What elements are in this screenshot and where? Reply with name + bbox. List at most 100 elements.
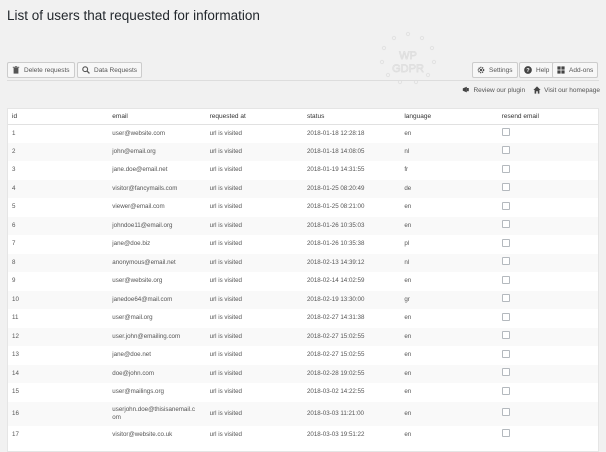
cell-requested-at: url is visited (205, 290, 303, 309)
cell-resend-email (497, 142, 598, 161)
cell-language: pl (404, 240, 410, 248)
cell-language: fr (404, 166, 409, 174)
data-requests-button[interactable]: Data Requests (77, 62, 142, 78)
table-row: 6 johndoe11@email.org url is visited 201… (8, 216, 598, 235)
column-header-email: email (108, 109, 206, 125)
cell-id: 17 (12, 430, 19, 438)
help-button[interactable]: ? Help (519, 62, 555, 78)
settings-button[interactable]: Settings (472, 62, 518, 78)
cell-email: johndoe11@email.org (108, 216, 206, 235)
toolbar-divider (7, 80, 599, 81)
cell-email: john@email.org (108, 142, 206, 161)
table-row: 15 user@mailings.org url is visited 2018… (8, 383, 598, 402)
review-plugin-link[interactable]: Review our plugin (462, 86, 525, 94)
resend-email-checkbox[interactable] (501, 408, 510, 416)
resend-email-checkbox[interactable] (501, 128, 510, 136)
resend-email-checkbox[interactable] (501, 146, 510, 155)
cell-id: 10 (8, 290, 109, 309)
cell-resend-email (497, 364, 598, 383)
home-icon (533, 86, 541, 94)
cell-id: 5 (12, 203, 16, 211)
delete-requests-button[interactable]: Delete requests (7, 62, 75, 78)
toolbar: Delete requests Data Requests Settings ?… (7, 62, 599, 80)
add-ons-button[interactable]: Add-ons (552, 62, 599, 78)
cell-status: 2018-02-27 14:31:38 (306, 314, 365, 322)
cell-email: user.john@emailing.com (108, 327, 206, 346)
megaphone-icon (463, 86, 470, 93)
cell-requested-at: url is visited (209, 129, 242, 137)
cell-id: 12 (8, 327, 109, 346)
resend-email-checkbox[interactable] (501, 238, 510, 247)
cell-resend-email (498, 161, 598, 180)
cell-status: 2018-02-19 13:30:00 (302, 290, 401, 309)
cell-id: 13 (12, 351, 19, 359)
cell-language: en (404, 314, 412, 322)
cell-id: 9 (12, 277, 16, 285)
help-icon: ? (524, 66, 532, 74)
cell-language: en (404, 351, 412, 359)
plugin-links: Review our plugin Visit our homepage (462, 86, 600, 94)
cell-language: nl (400, 253, 498, 272)
cell-email: jane@doe.net (112, 351, 151, 359)
cell-resend-email (497, 179, 598, 198)
resend-email-checkbox[interactable] (501, 164, 510, 173)
resend-email-checkbox[interactable] (501, 429, 510, 438)
resend-email-checkbox[interactable] (501, 183, 510, 192)
visit-homepage-link[interactable]: Visit our homepage (533, 86, 600, 94)
cell-language: en (400, 364, 498, 383)
cell-id: 6 (8, 216, 109, 235)
cell-email: jane.doe@email.net (112, 166, 168, 174)
table-row: 11 user@mail.org url is visited 2018-02-… (8, 309, 598, 328)
table-row: 12 user.john@emailing.com url is visited… (8, 327, 598, 346)
resend-email-checkbox[interactable] (501, 368, 510, 377)
page-title: List of users that requested for informa… (7, 8, 260, 23)
cell-id: 8 (8, 253, 109, 272)
cell-requested-at: url is visited (205, 142, 303, 161)
resend-email-checkbox[interactable] (501, 349, 510, 358)
cell-id: 1 (12, 129, 16, 137)
cell-requested-at: url is visited (209, 430, 242, 438)
cell-requested-at: url is visited (205, 216, 303, 235)
resend-email-checkbox[interactable] (501, 257, 510, 266)
cell-requested-at: url is visited (209, 351, 242, 359)
column-header-requested-at: requested at (205, 109, 303, 125)
resend-email-checkbox[interactable] (501, 220, 510, 229)
cell-requested-at: url is visited (209, 388, 242, 396)
column-header-status: status (302, 109, 401, 125)
resend-email-checkbox[interactable] (501, 294, 510, 303)
table-row: 17 visitor@website.co.uk url is visited … (8, 426, 598, 445)
cell-status: 2018-03-03 19:51:22 (306, 430, 365, 438)
gear-icon (477, 66, 485, 74)
cell-requested-at: url is visited (209, 203, 242, 211)
table-row: 4 visitor@fancymails.com url is visited … (8, 179, 598, 198)
table-row: 9 user@website.org url is visited 2018-0… (8, 272, 598, 291)
resend-email-checkbox[interactable] (501, 275, 510, 284)
trash-icon (12, 66, 20, 74)
cell-requested-at: url is visited (205, 179, 303, 198)
cell-resend-email (497, 401, 598, 426)
cell-status: 2018-02-14 14:02:59 (306, 277, 365, 285)
cell-status: 2018-02-13 14:39:12 (302, 253, 401, 272)
cell-email: userjohn.doe@thisisanemail.c om (108, 401, 206, 426)
svg-text:?: ? (526, 68, 530, 74)
resend-email-checkbox[interactable] (501, 331, 510, 340)
table-row: 8 anonymous@email.net url is visited 201… (8, 253, 598, 272)
cell-requested-at: url is visited (209, 314, 242, 322)
cell-language: en (404, 277, 412, 285)
cell-id: 14 (8, 364, 109, 383)
table-row: 14 doe@john.com url is visited 2018-02-2… (8, 364, 598, 383)
add-ons-label: Add-ons (569, 66, 594, 74)
cell-resend-email (497, 253, 598, 272)
cell-id: 7 (12, 240, 16, 248)
resend-email-checkbox[interactable] (501, 386, 510, 395)
cell-requested-at: url is visited (209, 277, 242, 285)
cell-status: 2018-01-18 14:08:05 (302, 142, 401, 161)
cell-email: viewer@email.com (112, 203, 165, 211)
cell-email: user@website.com (112, 129, 166, 137)
resend-email-checkbox[interactable] (501, 312, 510, 321)
help-label: Help (536, 66, 550, 74)
cell-status: 2018-01-25 08:21:00 (306, 203, 365, 211)
cell-email: janedoe64@mail.com (108, 290, 206, 309)
cell-language: en (404, 430, 412, 438)
resend-email-checkbox[interactable] (501, 201, 510, 210)
